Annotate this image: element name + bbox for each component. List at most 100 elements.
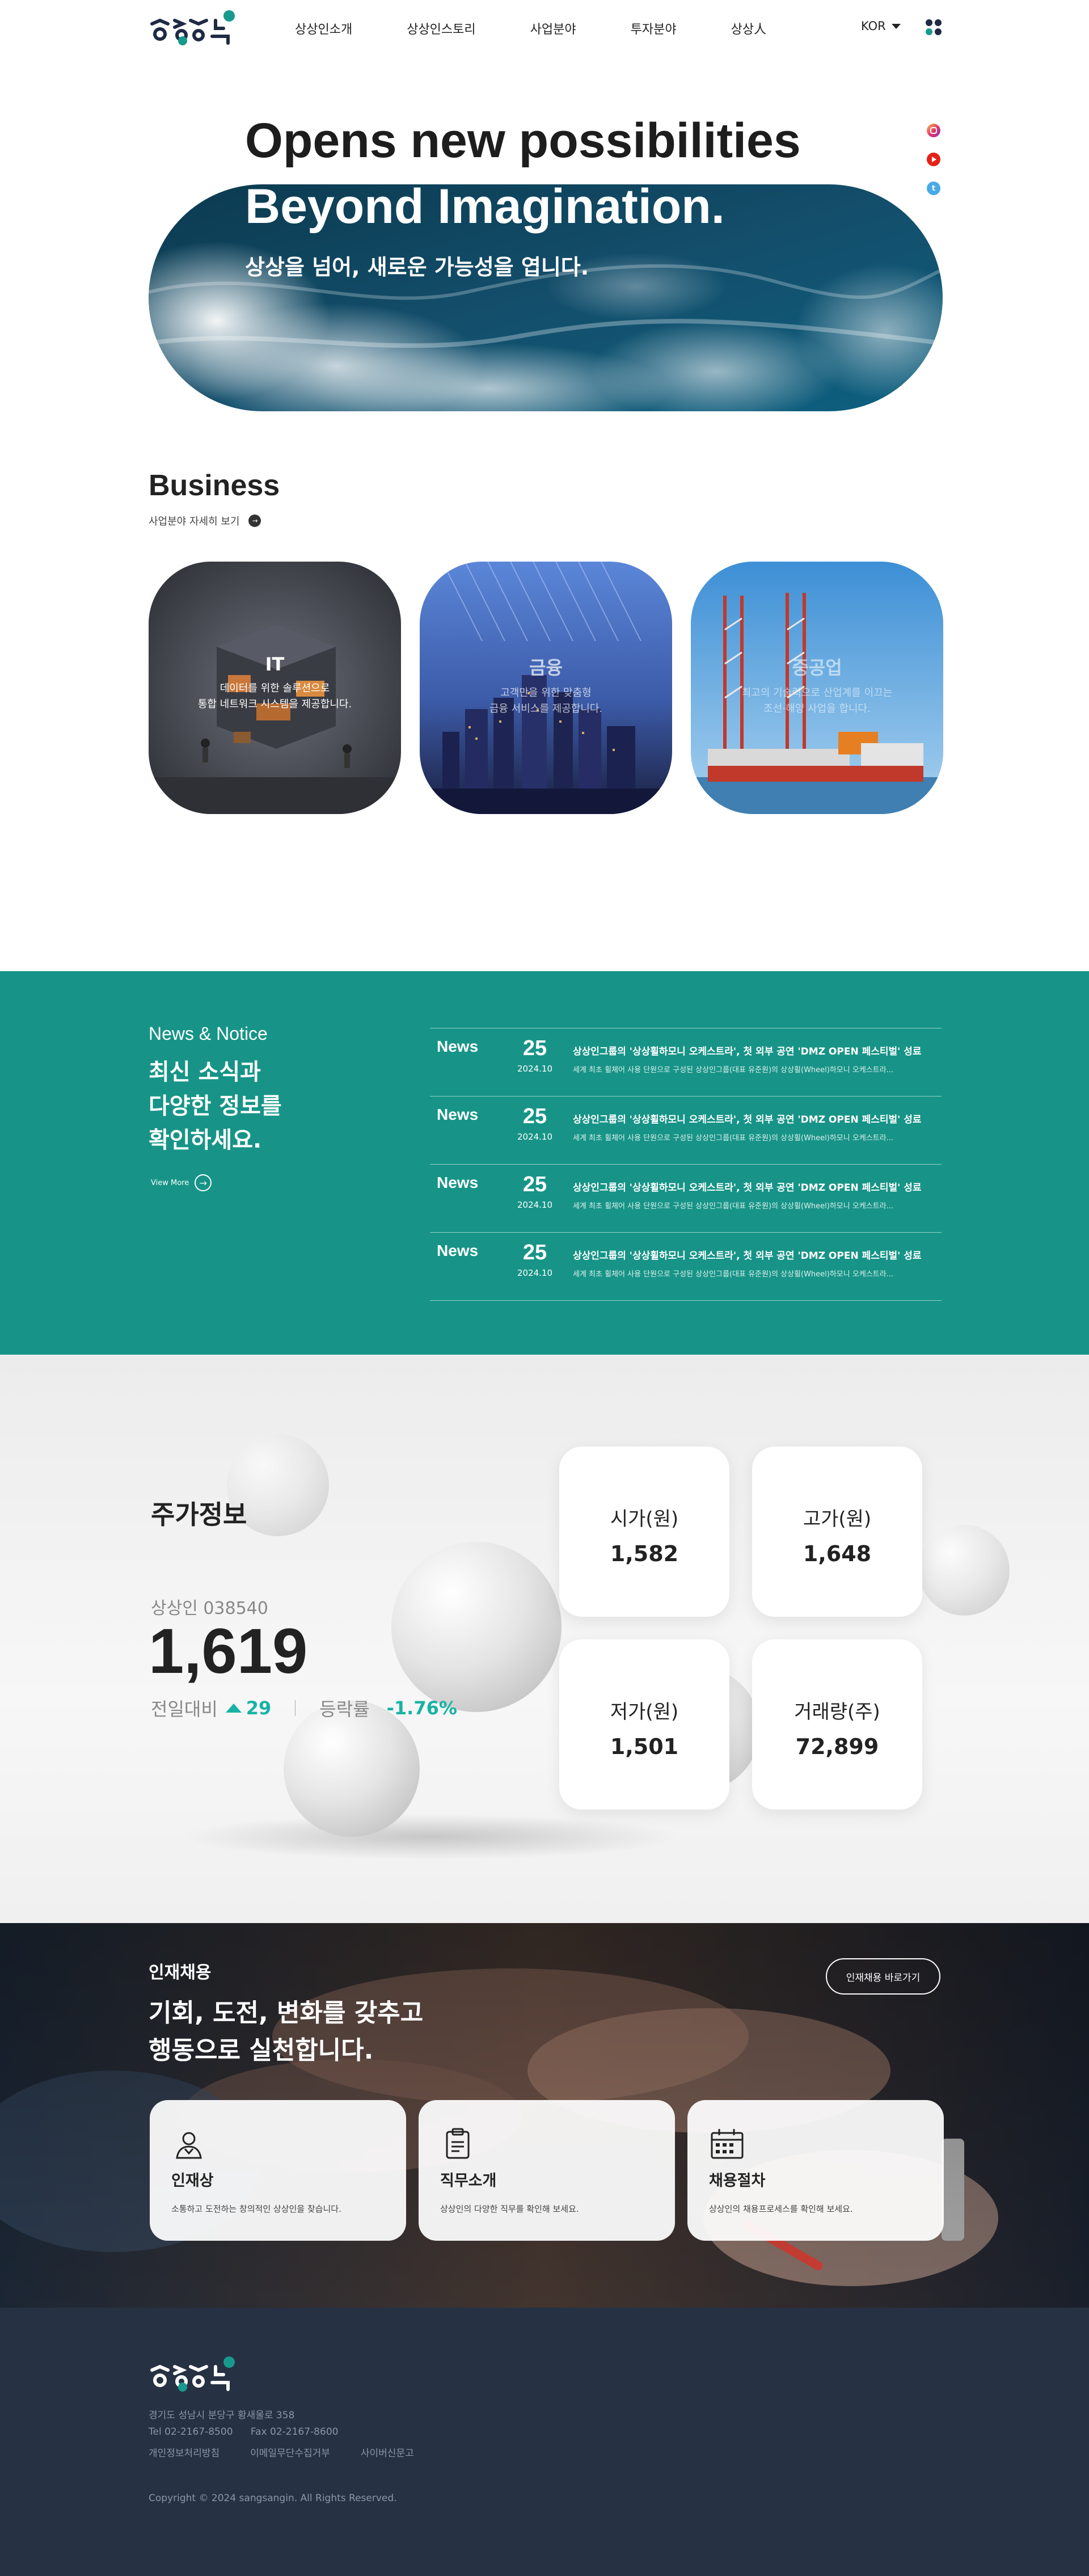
business-card-heavy-industry-text: 중공업 최고의 기술력으로 산업계를 이끄는 조선·해양 사업을 합니다.	[691, 654, 943, 717]
careers-label: 인재채용	[149, 1963, 212, 1983]
cyber-complaint-link[interactable]: 사이버신문고	[361, 2445, 414, 2459]
nav-item-business[interactable]: 사업분야	[530, 19, 576, 37]
news-title: 상상인그룹의 '상상휠하모니 오케스트라', 첫 외부 공연 'DMZ OPEN…	[573, 1046, 922, 1057]
news-year-month: 2024.10	[517, 1200, 553, 1210]
rate-label: 등락률	[319, 1698, 370, 1720]
hero-title-line-1: Opens new possibilities	[245, 113, 801, 168]
business-more-label: 사업분야 자세히 보기	[149, 516, 240, 528]
stock-card-value: 1,501	[610, 1734, 679, 1759]
rate-value: -1.76%	[386, 1697, 457, 1719]
careers-card-process[interactable]: 채용절차 상상인의 채용프로세스를 확인해 보세요.	[687, 2100, 944, 2241]
stock-card-open: 시가(원) 1,582	[559, 1447, 729, 1617]
email-refusal-link[interactable]: 이메일무단수집거부	[250, 2445, 330, 2459]
business-title: Business	[149, 469, 280, 502]
news-view-more-button[interactable]: View More →	[151, 1174, 212, 1191]
business-card-finance-text: 금융 고객만을 위한 맞춤형 금융 서비스를 제공합니다.	[420, 654, 672, 717]
stock-title: 주가정보	[151, 1499, 247, 1530]
news-headline: 최신 소식과 다양한 정보를 확인하세요.	[149, 1055, 282, 1157]
news-day: 25	[522, 1104, 547, 1128]
news-headline-line-1: 최신 소식과	[149, 1059, 261, 1085]
careers-shortcut-button[interactable]: 인재채용 바로가기	[826, 1958, 940, 1995]
stock-section: 주가정보 상상인 038540 1,619 전일대비 29 등락률 -1.76%…	[0, 1355, 1089, 1923]
stock-card-value: 1,648	[803, 1541, 872, 1566]
business-card-finance[interactable]: 금융 고객만을 위한 맞춤형 금융 서비스를 제공합니다.	[420, 562, 672, 814]
clipboard-icon	[446, 2128, 470, 2159]
business-card-name: 중공업	[792, 657, 842, 678]
news-title: 상상인그룹의 '상상휠하모니 오케스트라', 첫 외부 공연 'DMZ OPEN…	[573, 1250, 922, 1262]
hero-subtitle: 상상을 넘어, 새로운 가능성을 엽니다.	[245, 255, 589, 280]
careers-card-jobs[interactable]: 직무소개 상상인의 다양한 직무를 확인해 보세요.	[419, 2100, 675, 2241]
careers-card-desc: 상상인의 다양한 직무를 확인해 보세요.	[440, 2204, 579, 2214]
news-list: News 25 2024.10 상상인그룹의 '상상휠하모니 오케스트라', 첫…	[430, 1028, 942, 1301]
view-more-label: View More	[151, 1178, 189, 1187]
youtube-icon[interactable]	[927, 153, 940, 166]
twitter-icon[interactable]: t	[927, 182, 940, 195]
divider	[295, 1700, 296, 1716]
stock-price: 1,619	[149, 1616, 308, 1687]
news-year-month: 2024.10	[517, 1064, 553, 1074]
brand-logo[interactable]	[149, 8, 235, 48]
careers-card-desc: 소통하고 도전하는 창의적인 상상인을 찾습니다.	[171, 2204, 341, 2214]
business-card-desc-2: 금융 서비스를 제공합니다.	[489, 703, 603, 715]
change-number: 29	[246, 1697, 272, 1719]
business-card-desc-2: 조선·해양 사업을 합니다.	[763, 703, 871, 715]
language-selector[interactable]: KOR	[861, 19, 901, 33]
privacy-policy-link[interactable]: 개인정보처리방침	[149, 2445, 220, 2459]
nav-item-story[interactable]: 상상인스토리	[407, 19, 475, 37]
business-card-desc-1: 고객만을 위한 맞춤형	[500, 687, 592, 699]
news-year-month: 2024.10	[517, 1268, 553, 1278]
news-item[interactable]: News 25 2024.10 상상인그룹의 '상상휠하모니 오케스트라', 첫…	[430, 1165, 942, 1233]
news-item[interactable]: News 25 2024.10 상상인그룹의 '상상휠하모니 오케스트라', 첫…	[430, 1097, 942, 1165]
business-more-link[interactable]: 사업분야 자세히 보기 →	[149, 513, 261, 528]
footer-logo[interactable]	[149, 2354, 235, 2394]
news-category: News	[437, 1242, 479, 1259]
stock-card-high: 고가(원) 1,648	[752, 1447, 922, 1617]
site-header: 상상인소개 상상인스토리 사업분야 투자분야 상상人 KOR	[0, 0, 1089, 56]
stock-card-low: 저가(원) 1,501	[559, 1639, 729, 1810]
careers-headline-line-2: 행동으로 실천합니다.	[149, 2036, 374, 2065]
nav-item-investment[interactable]: 투자분야	[631, 19, 677, 37]
news-item[interactable]: News 25 2024.10 상상인그룹의 '상상휠하모니 오케스트라', 첫…	[430, 1028, 942, 1097]
business-card-desc-1: 데이터를 위한 솔루션으로	[220, 682, 330, 694]
careers-card-ideal-talent[interactable]: 인재상 소통하고 도전하는 창의적인 상상인을 찾습니다.	[150, 2100, 406, 2241]
news-item[interactable]: News 25 2024.10 상상인그룹의 '상상휠하모니 오케스트라', 첫…	[430, 1233, 942, 1301]
stock-card-label: 고가(원)	[803, 1508, 872, 1531]
business-card-name: IT	[265, 654, 285, 675]
stock-card-value: 1,582	[610, 1541, 679, 1566]
careers-headline: 기회, 도전, 변화를 갖추고 행동으로 실천합니다.	[149, 1995, 423, 2069]
footer-copyright: Copyright © 2024 sangsangin. All Rights …	[149, 2493, 397, 2504]
stock-card-label: 저가(원)	[610, 1701, 679, 1723]
business-card-it[interactable]: IT 데이터를 위한 솔루션으로 통합 네트워크 시스템을 제공합니다.	[149, 562, 401, 814]
hero-title-line-2: Beyond Imagination.	[245, 179, 725, 234]
business-card-desc-1: 최고의 기술력으로 산업계를 이끄는	[741, 687, 893, 699]
nav-item-about[interactable]: 상상인소개	[295, 19, 352, 37]
stock-card-label: 시가(원)	[610, 1508, 679, 1531]
sns-links: t	[927, 124, 940, 195]
business-card-name: 금융	[529, 657, 563, 678]
business-card-heavy-industry[interactable]: 중공업 최고의 기술력으로 산업계를 이끄는 조선·해양 사업을 합니다.	[691, 562, 943, 814]
news-category: News	[437, 1174, 479, 1191]
footer-links: 개인정보처리방침 이메일무단수집거부 사이버신문고	[149, 2445, 414, 2459]
news-desc: 세계 최초 휠체어 사용 단원으로 구성된 상상인그룹(대표 유준원)의 상상휠…	[573, 1134, 894, 1142]
careers-headline-line-1: 기회, 도전, 변화를 갖추고	[149, 1999, 424, 2027]
arrow-right-icon: →	[195, 1174, 212, 1191]
footer-tel: Tel 02-2167-8500	[149, 2426, 233, 2438]
triangle-up-icon	[225, 1704, 242, 1713]
careers-card-title: 인재상	[171, 2172, 214, 2190]
news-title: 상상인그룹의 '상상휠하모니 오케스트라', 첫 외부 공연 'DMZ OPEN…	[573, 1114, 922, 1125]
main-nav: 상상인소개 상상인스토리 사업분야 투자분야 상상人	[295, 19, 821, 37]
language-label: KOR	[861, 19, 886, 33]
sitemap-menu-icon[interactable]	[926, 19, 942, 35]
instagram-icon[interactable]	[927, 124, 940, 137]
news-day: 25	[522, 1173, 547, 1196]
arrow-right-icon: →	[248, 515, 261, 527]
careers-card-title: 직무소개	[440, 2172, 497, 2190]
site-footer: 경기도 성남시 분당구 황새울로 358 Tel 02-2167-8500 Fa…	[0, 2308, 1089, 2576]
stock-card-label: 거래량(주)	[794, 1701, 880, 1723]
calendar-icon	[711, 2129, 744, 2159]
news-headline-line-3: 확인하세요.	[149, 1127, 262, 1153]
nav-item-people[interactable]: 상상人	[731, 19, 766, 37]
news-title: 상상인그룹의 '상상휠하모니 오케스트라', 첫 외부 공연 'DMZ OPEN…	[573, 1182, 922, 1194]
careers-card-desc: 상상인의 채용프로세스를 확인해 보세요.	[709, 2204, 853, 2214]
news-day: 25	[522, 1036, 547, 1060]
